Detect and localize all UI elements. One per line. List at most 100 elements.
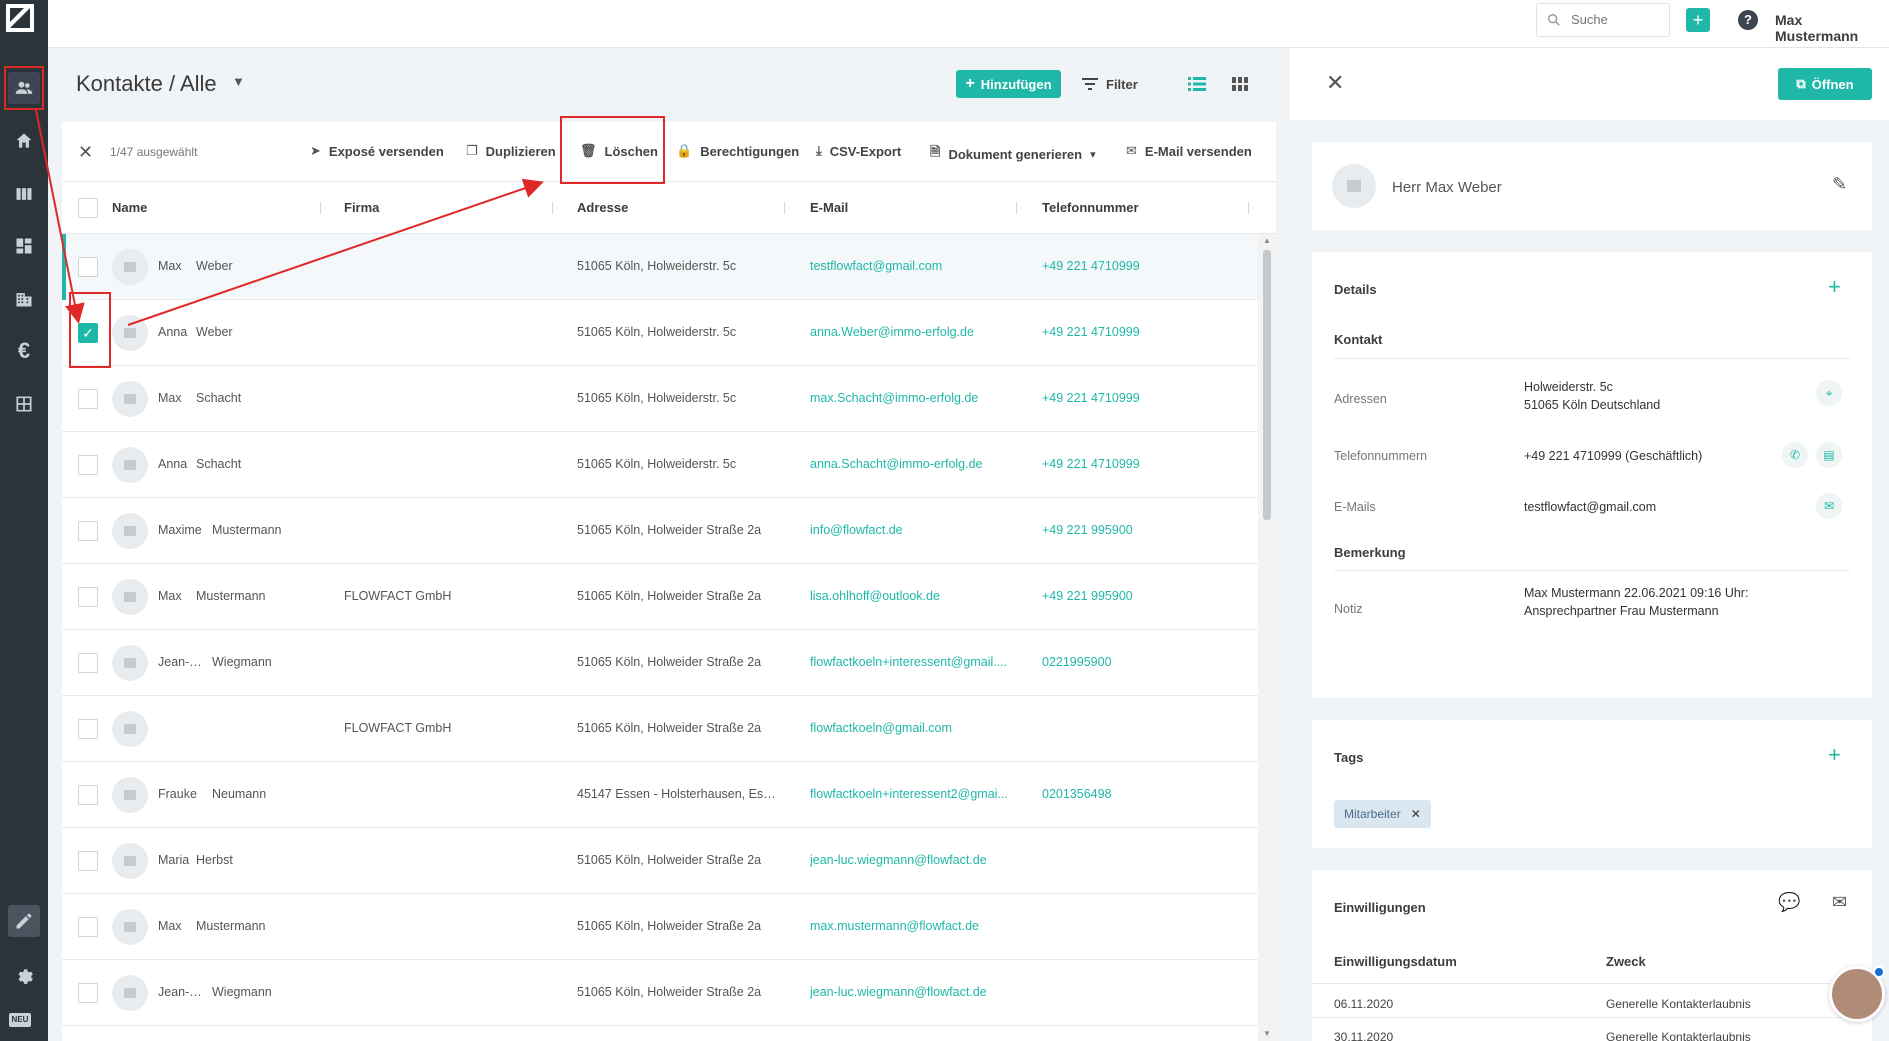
column-header-email[interactable]: E-Mail [810,200,848,215]
search-box[interactable] [1536,3,1670,37]
last-name-cell[interactable]: Weber [196,325,306,339]
last-name-cell[interactable]: Neumann [212,787,322,801]
list-view-icon[interactable] [1187,74,1207,94]
tag-chip[interactable]: Mitarbeiter ✕ [1334,800,1431,828]
send-expose-button[interactable]: ➤ Exposé versenden [310,143,444,159]
email-link[interactable]: jean-luc.wiegmann@flowfact.de [810,985,1015,999]
contact-avatar[interactable] [112,513,148,549]
address-cell[interactable]: 51065 Köln, Holweider Straße 2a [577,919,777,933]
address-cell[interactable]: 45147 Essen - Holsterhausen, Ess... [577,787,777,801]
generate-document-button[interactable]: 🗎 Dokument generieren ▾ [930,143,1096,165]
phone-link[interactable]: +49 221 995900 [1042,523,1242,537]
table-row[interactable]: Anna Schacht 51065 Köln, Holweiderstr. 5c a… [62,432,1258,498]
row-checkbox[interactable] [78,257,98,277]
table-row[interactable]: Jean-Luc Wiegmann 51065 Köln, Holweider St… [62,630,1258,696]
address-cell[interactable]: 51065 Köln, Holweiderstr. 5c [577,259,777,273]
view-chevron-down-icon[interactable]: ▼ [232,74,245,89]
column-header-company[interactable]: Firma [344,200,379,215]
map-pin-icon[interactable]: ⌖ [1816,380,1842,406]
clear-selection-close-icon[interactable]: ✕ [78,142,93,163]
add-detail-plus-icon[interactable]: + [1828,274,1841,300]
column-divider[interactable] [1248,202,1249,214]
table-row[interactable]: Jean-Luc Wiegmann 51065 Köln, Holweider St… [62,960,1258,1026]
address-cell[interactable]: 51065 Köln, Holweider Straße 2a [577,589,777,603]
contact-avatar[interactable] [112,645,148,681]
address-cell[interactable]: 51065 Köln, Holweider Straße 2a [577,853,777,867]
board-icon[interactable] [8,178,40,210]
email-link[interactable]: flowfactkoeln@gmail.com [810,721,1015,735]
row-checkbox[interactable] [78,455,98,475]
contacts-icon[interactable] [8,72,40,104]
table-row[interactable]: Maria Herbst 51065 Köln, Holweider Straße … [62,828,1258,894]
table-scrollbar[interactable]: ▲ ▼ [1258,234,1276,1041]
phone-call-icon[interactable]: ✆ [1782,442,1808,468]
edit-pencil-icon[interactable] [8,905,40,937]
send-email-button[interactable]: ✉ E-Mail versenden [1126,143,1252,159]
quick-add-button[interactable]: + [1686,8,1710,32]
last-name-cell[interactable]: Schacht [196,391,306,405]
company-cell[interactable]: FLOWFACT GmbH [344,589,544,603]
email-link[interactable]: info@flowfact.de [810,523,1015,537]
consent-chat-icon[interactable]: 💬 [1778,892,1800,913]
address-cell[interactable]: 51065 Köln, Holweiderstr. 5c [577,457,777,471]
contact-avatar[interactable] [112,447,148,483]
last-name-cell[interactable]: Mustermann [196,589,306,603]
remove-tag-close-icon[interactable]: ✕ [1411,807,1421,821]
address-cell[interactable]: 51065 Köln, Holweiderstr. 5c [577,325,777,339]
first-name-cell[interactable]: Maxime [158,523,208,537]
column-divider[interactable] [784,202,785,214]
row-checkbox[interactable] [78,653,98,673]
filter-button[interactable]: Filter [1082,70,1138,98]
phone-link[interactable]: +49 221 4710999 [1042,457,1242,471]
contact-avatar[interactable] [112,249,148,285]
column-divider[interactable] [552,202,553,214]
contact-avatar[interactable] [112,843,148,879]
phone-link[interactable]: +49 221 4710999 [1042,259,1242,273]
last-name-cell[interactable]: Wiegmann [212,655,322,669]
scrollbar-thumb[interactable] [1263,250,1271,520]
settings-gear-icon[interactable] [8,959,40,991]
email-link[interactable]: max.Schacht@immo-erfolg.de [810,391,1015,405]
last-name-cell[interactable]: Wiegmann [212,985,322,999]
email-link[interactable]: flowfactkoeln+interessent2@gmai... [810,787,1015,801]
table-row[interactable]: Max Mustermann FLOWFACT GmbH 51065 Köln, Ho… [62,564,1258,630]
contact-avatar[interactable] [112,975,148,1011]
address-cell[interactable]: 51065 Köln, Holweider Straße 2a [577,523,777,537]
first-name-cell[interactable]: Frauke [158,787,208,801]
open-contact-button[interactable]: ⧉ Öffnen [1778,68,1872,100]
phone-link[interactable]: +49 221 4710999 [1042,391,1242,405]
last-name-cell[interactable]: Mustermann [212,523,322,537]
table-row[interactable]: Max Schacht 51065 Köln, Holweiderstr. 5c ma… [62,366,1258,432]
add-tag-plus-icon[interactable]: + [1828,742,1841,768]
row-checkbox[interactable] [78,917,98,937]
row-checkbox[interactable] [78,389,98,409]
address-cell[interactable]: 51065 Köln, Holweider Straße 2a [577,655,777,669]
email-link[interactable]: anna.Schacht@immo-erfolg.de [810,457,1015,471]
last-name-cell[interactable]: Weber [196,259,306,273]
euro-icon[interactable]: € [8,335,40,367]
contact-avatar[interactable] [112,381,148,417]
mail-icon[interactable]: ✉ [1816,493,1842,519]
new-badge[interactable]: NEU [9,1013,31,1027]
first-name-cell[interactable]: Jean-Luc [158,655,208,669]
column-divider[interactable] [1016,202,1017,214]
row-checkbox[interactable] [78,521,98,541]
last-name-cell[interactable]: Mustermann [196,919,306,933]
row-checkbox[interactable] [78,983,98,1003]
table-row[interactable]: Max Weber 51065 Köln, Holweiderstr. 5c test… [62,234,1258,300]
sms-message-icon[interactable]: ▤ [1816,442,1842,468]
buildings-icon[interactable] [8,283,40,315]
row-checkbox[interactable] [78,851,98,871]
company-cell[interactable]: FLOWFACT GmbH [344,721,544,735]
last-name-cell[interactable]: Schacht [196,457,306,471]
row-checkbox[interactable] [78,719,98,739]
column-header-address[interactable]: Adresse [577,200,628,215]
consent-mail-icon[interactable]: ✉ [1832,892,1847,913]
contact-avatar[interactable] [112,777,148,813]
email-link[interactable]: flowfactkoeln+interessent@gmail.... [810,655,1015,669]
grid-view-icon[interactable] [1230,74,1250,94]
email-link[interactable]: testflowfact@gmail.com [810,259,1015,273]
row-checkbox[interactable] [78,785,98,805]
table-row[interactable]: Frauke Neumann 45147 Essen - Holsterhausen… [62,762,1258,828]
delete-button[interactable]: 🗑 Löschen [580,143,658,159]
